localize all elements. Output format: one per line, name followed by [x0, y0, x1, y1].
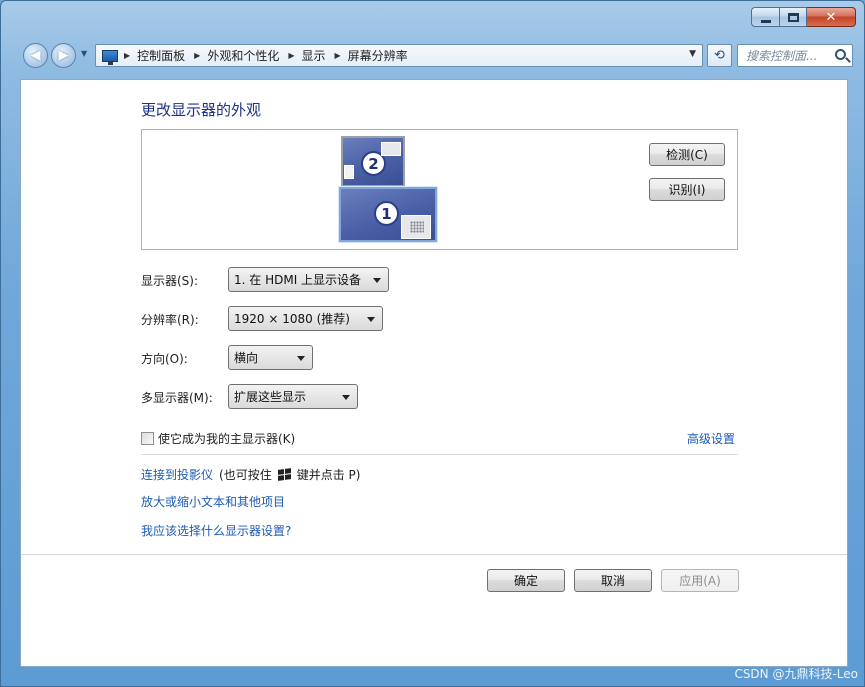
detect-button[interactable]: 检测(C)	[649, 143, 725, 166]
forward-arrow-icon: ▶	[58, 48, 69, 63]
projector-hint-before: (也可按住	[219, 468, 272, 482]
search-icon[interactable]	[835, 49, 846, 60]
chevron-right-icon[interactable]: ▶	[335, 51, 341, 60]
chevron-right-icon[interactable]: ▶	[124, 51, 130, 60]
search-input[interactable]: 搜索控制面...	[737, 44, 853, 67]
display-label: 显示器(S):	[141, 274, 199, 288]
monitor-1[interactable]: 1	[339, 187, 437, 242]
primary-display-option[interactable]: 使它成为我的主显示器(K)	[141, 430, 295, 447]
chevron-down-icon	[367, 317, 375, 322]
resolution-value: 1920 × 1080 (推荐)	[234, 312, 350, 326]
orientation-label: 方向(O):	[141, 352, 188, 366]
search-placeholder: 搜索控制面...	[746, 49, 818, 63]
navigation-bar: ◀ ▶ ▼ ▶ 控制面板 ▶ 外观和个性化 ▶ 显示 ▶ 屏幕分辨率 ▼ ⟲ 搜…	[21, 39, 853, 71]
connect-projector-link[interactable]: 连接到投影仪	[141, 466, 213, 483]
windows-logo-icon	[277, 468, 291, 481]
orientation-value: 横向	[234, 351, 259, 365]
page-title: 更改显示器的外观	[141, 101, 262, 119]
resolution-label: 分辨率(R):	[141, 313, 199, 327]
resolution-select[interactable]: 1920 × 1080 (推荐)	[228, 306, 383, 331]
refresh-button[interactable]: ⟲	[707, 44, 732, 67]
address-bar[interactable]: ▶ 控制面板 ▶ 外观和个性化 ▶ 显示 ▶ 屏幕分辨率 ▼	[95, 44, 703, 67]
display-value: 1. 在 HDMI 上显示设备	[234, 273, 362, 287]
monitor-2[interactable]: 2	[341, 136, 405, 187]
screen-resolution-window: ✕ ◀ ▶ ▼ ▶ 控制面板 ▶ 外观和个性化 ▶ 显示 ▶ 屏幕分辨率 ▼ ⟲…	[0, 0, 865, 687]
display-select[interactable]: 1. 在 HDMI 上显示设备	[228, 267, 389, 292]
footer-divider-highlight	[21, 555, 847, 556]
forward-button[interactable]: ▶	[51, 43, 76, 68]
chevron-down-icon	[342, 395, 350, 400]
monitor-number-1: 1	[374, 201, 399, 226]
multiple-displays-label: 多显示器(M):	[141, 391, 213, 405]
multiple-displays-value: 扩展这些显示	[234, 390, 307, 404]
breadcrumb-display[interactable]: 显示	[302, 47, 326, 64]
window-icon	[401, 215, 431, 239]
breadcrumb-screen-resolution[interactable]: 屏幕分辨率	[348, 47, 408, 64]
display-help-link[interactable]: 我应该选择什么显示器设置?	[141, 522, 291, 539]
projector-row: 连接到投影仪 (也可按住 键并点击 P)	[141, 466, 360, 483]
divider	[141, 454, 738, 455]
refresh-icon: ⟲	[714, 48, 725, 63]
orientation-select[interactable]: 横向	[228, 345, 313, 370]
caption-buttons: ✕	[751, 7, 856, 27]
monitor-preview: 2 1 检测(C) 识别(I)	[141, 129, 738, 250]
ok-button[interactable]: 确定	[487, 569, 565, 592]
grid-icon	[410, 221, 424, 233]
recent-pages-dropdown[interactable]: ▼	[81, 49, 87, 58]
projector-hint-after: 键并点击 P)	[296, 468, 361, 482]
watermark: CSDN @九鼎科技-Leo	[734, 667, 858, 681]
control-panel-icon	[102, 49, 118, 65]
primary-display-checkbox[interactable]	[141, 432, 154, 445]
cancel-button[interactable]: 取消	[574, 569, 652, 592]
back-button[interactable]: ◀	[23, 43, 48, 68]
breadcrumb-appearance[interactable]: 外观和个性化	[207, 47, 279, 64]
back-arrow-icon: ◀	[30, 48, 41, 63]
content-panel: 更改显示器的外观 2 1 检测(C) 识别(I) 显示器(S): 1. 在 HD…	[20, 79, 848, 667]
advanced-settings-link[interactable]: 高级设置	[687, 430, 735, 447]
apply-button[interactable]: 应用(A)	[661, 569, 739, 592]
primary-display-label[interactable]: 使它成为我的主显示器(K)	[158, 430, 295, 447]
window-icon	[344, 165, 354, 179]
chevron-down-icon[interactable]: ▼	[689, 49, 696, 59]
chevron-down-icon	[373, 278, 381, 283]
multiple-displays-select[interactable]: 扩展这些显示	[228, 384, 358, 409]
chevron-right-icon[interactable]: ▶	[194, 51, 200, 60]
chevron-right-icon[interactable]: ▶	[288, 51, 294, 60]
close-icon: ✕	[825, 9, 837, 25]
maximize-icon	[787, 12, 799, 22]
identify-button[interactable]: 识别(I)	[649, 178, 725, 201]
breadcrumb-control-panel[interactable]: 控制面板	[137, 47, 185, 64]
text-size-link[interactable]: 放大或缩小文本和其他项目	[141, 493, 285, 510]
maximize-button[interactable]	[780, 7, 807, 27]
minimize-icon	[760, 19, 771, 23]
minimize-button[interactable]	[751, 7, 780, 27]
close-button[interactable]: ✕	[807, 7, 856, 27]
chevron-down-icon	[297, 356, 305, 361]
window-icon	[381, 142, 401, 156]
